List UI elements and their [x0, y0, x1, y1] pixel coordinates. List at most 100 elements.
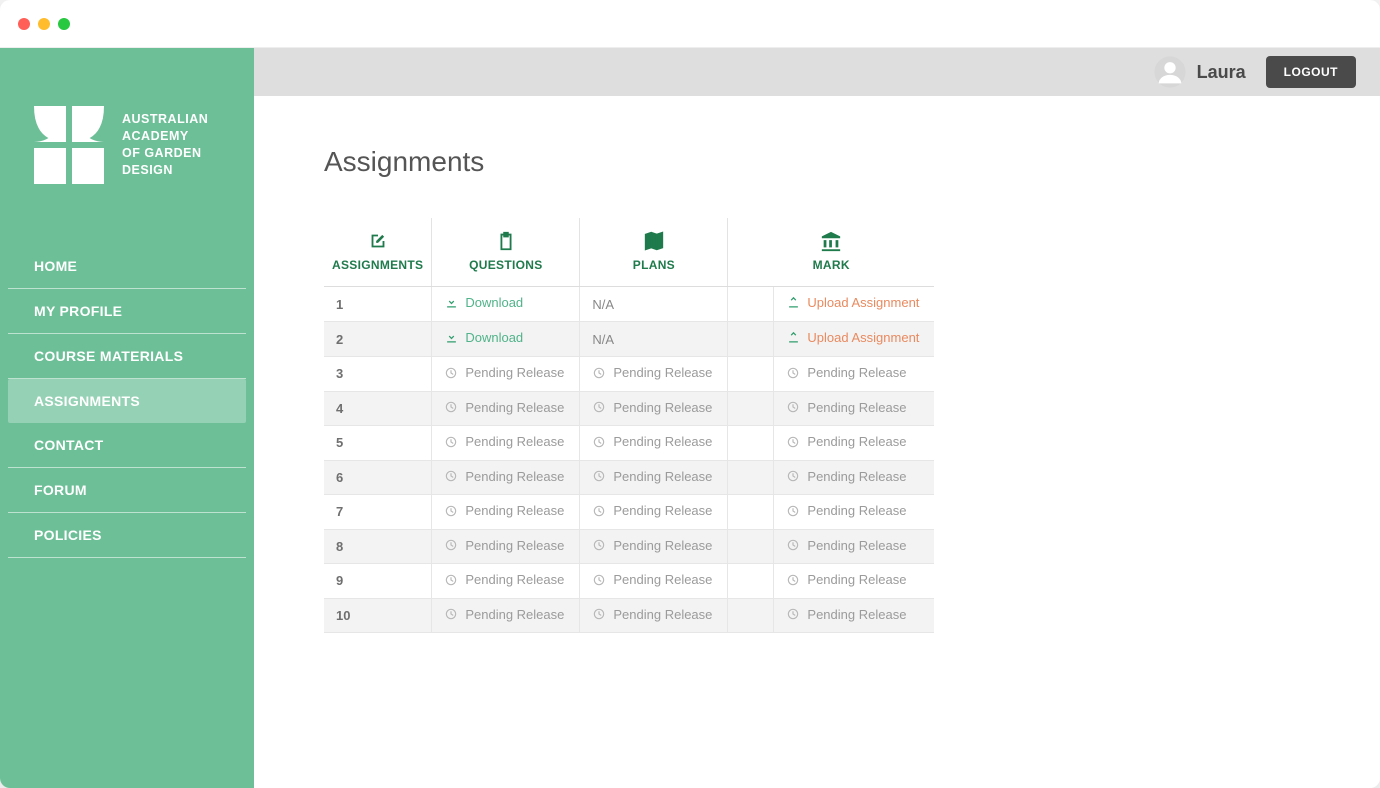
cell-plans: Pending Release: [580, 529, 728, 564]
cell-questions: Pending Release: [432, 564, 580, 599]
cell-questions: Pending Release: [432, 391, 580, 426]
window-close-dot[interactable]: [18, 18, 30, 30]
cell-action: Upload Assignment: [774, 322, 934, 357]
cell-action: Pending Release: [774, 357, 934, 392]
pending-status: Pending Release: [786, 572, 906, 587]
main: Laura LOGOUT Assignments ASSIGNMENTS: [254, 48, 1380, 788]
download-link[interactable]: Download: [444, 330, 523, 345]
pending-status: Pending Release: [592, 365, 712, 380]
cell-action: Upload Assignment: [774, 287, 934, 322]
cell-mark: [728, 287, 774, 322]
cell-questions: Pending Release: [432, 357, 580, 392]
window-maximize-dot[interactable]: [58, 18, 70, 30]
sidebar-item-contact[interactable]: CONTACT: [8, 423, 246, 468]
cell-mark: [728, 391, 774, 426]
clock-icon: [786, 573, 800, 587]
topbar-user: Laura: [1153, 55, 1246, 89]
clock-icon: [592, 469, 606, 483]
pending-status: Pending Release: [444, 503, 564, 518]
pending-status: Pending Release: [786, 400, 906, 415]
table-row: 2 Download N/A Upload Assignment: [324, 322, 934, 357]
upload-link[interactable]: Upload Assignment: [786, 330, 919, 345]
sidebar-item-policies[interactable]: POLICIES: [8, 513, 246, 558]
clock-icon: [444, 435, 458, 449]
pending-status: Pending Release: [444, 607, 564, 622]
cell-mark: [728, 564, 774, 599]
cell-plans: N/A: [580, 287, 728, 322]
row-number: 2: [324, 322, 432, 357]
cell-questions: Pending Release: [432, 460, 580, 495]
th-assignments: ASSIGNMENTS: [324, 218, 432, 287]
cell-questions: Pending Release: [432, 598, 580, 633]
clock-icon: [786, 435, 800, 449]
pending-status: Pending Release: [592, 607, 712, 622]
pending-status: Pending Release: [592, 538, 712, 553]
row-number: 1: [324, 287, 432, 322]
cell-plans: Pending Release: [580, 495, 728, 530]
cell-action: Pending Release: [774, 564, 934, 599]
not-applicable: N/A: [592, 297, 614, 312]
pending-status: Pending Release: [444, 400, 564, 415]
cell-questions: Download: [432, 322, 580, 357]
sidebar-nav: HOMEMY PROFILECOURSE MATERIALSASSIGNMENT…: [0, 244, 254, 558]
app-frame: AUSTRALIAN ACADEMY OF GARDEN DESIGN HOME…: [0, 48, 1380, 788]
cell-questions: Pending Release: [432, 495, 580, 530]
sidebar-item-home[interactable]: HOME: [8, 244, 246, 289]
cell-questions: Pending Release: [432, 529, 580, 564]
window-titlebar: [0, 0, 1380, 48]
pending-status: Pending Release: [786, 538, 906, 553]
cell-mark: [728, 598, 774, 633]
cell-plans: N/A: [580, 322, 728, 357]
sidebar-item-course-materials[interactable]: COURSE MATERIALS: [8, 334, 246, 379]
brand: AUSTRALIAN ACADEMY OF GARDEN DESIGN: [0, 76, 254, 244]
clock-icon: [444, 607, 458, 621]
clock-icon: [592, 366, 606, 380]
assignments-table: ASSIGNMENTS QUESTIONS PLANS: [324, 218, 934, 633]
pending-status: Pending Release: [786, 365, 906, 380]
institution-icon: [820, 230, 842, 252]
cell-plans: Pending Release: [580, 391, 728, 426]
clock-icon: [444, 366, 458, 380]
row-number: 5: [324, 426, 432, 461]
sidebar-item-assignments[interactable]: ASSIGNMENTS: [8, 379, 246, 423]
table-row: 3Pending ReleasePending ReleasePending R…: [324, 357, 934, 392]
avatar-icon: [1153, 55, 1187, 89]
table-row: 6Pending ReleasePending ReleasePending R…: [324, 460, 934, 495]
clock-icon: [444, 400, 458, 414]
cell-mark: [728, 529, 774, 564]
pending-status: Pending Release: [444, 365, 564, 380]
pending-status: Pending Release: [786, 503, 906, 518]
brand-line: AUSTRALIAN: [122, 111, 208, 128]
cell-plans: Pending Release: [580, 357, 728, 392]
cell-plans: Pending Release: [580, 426, 728, 461]
pending-status: Pending Release: [592, 434, 712, 449]
pending-status: Pending Release: [444, 538, 564, 553]
pending-status: Pending Release: [444, 434, 564, 449]
upload-link[interactable]: Upload Assignment: [786, 295, 919, 310]
page-title: Assignments: [324, 146, 1310, 178]
table-row: 4Pending ReleasePending ReleasePending R…: [324, 391, 934, 426]
cell-action: Pending Release: [774, 426, 934, 461]
pending-status: Pending Release: [786, 469, 906, 484]
clock-icon: [592, 573, 606, 587]
pending-status: Pending Release: [786, 607, 906, 622]
download-link[interactable]: Download: [444, 295, 523, 310]
app-window: AUSTRALIAN ACADEMY OF GARDEN DESIGN HOME…: [0, 0, 1380, 788]
sidebar-item-my-profile[interactable]: MY PROFILE: [8, 289, 246, 334]
logout-button[interactable]: LOGOUT: [1266, 56, 1356, 88]
cell-plans: Pending Release: [580, 598, 728, 633]
sidebar-item-forum[interactable]: FORUM: [8, 468, 246, 513]
row-number: 6: [324, 460, 432, 495]
page-body: Assignments ASSIGNMENTS QUESTIONS: [254, 96, 1380, 683]
brand-line: ACADEMY: [122, 128, 208, 145]
clipboard-icon: [495, 230, 517, 252]
pending-status: Pending Release: [592, 572, 712, 587]
table-row: 1 Download N/A Upload Assignment: [324, 287, 934, 322]
window-minimize-dot[interactable]: [38, 18, 50, 30]
cell-mark: [728, 426, 774, 461]
clock-icon: [592, 400, 606, 414]
cell-action: Pending Release: [774, 598, 934, 633]
th-label: ASSIGNMENTS: [332, 258, 423, 272]
clock-icon: [444, 469, 458, 483]
th-label: MARK: [813, 258, 850, 272]
